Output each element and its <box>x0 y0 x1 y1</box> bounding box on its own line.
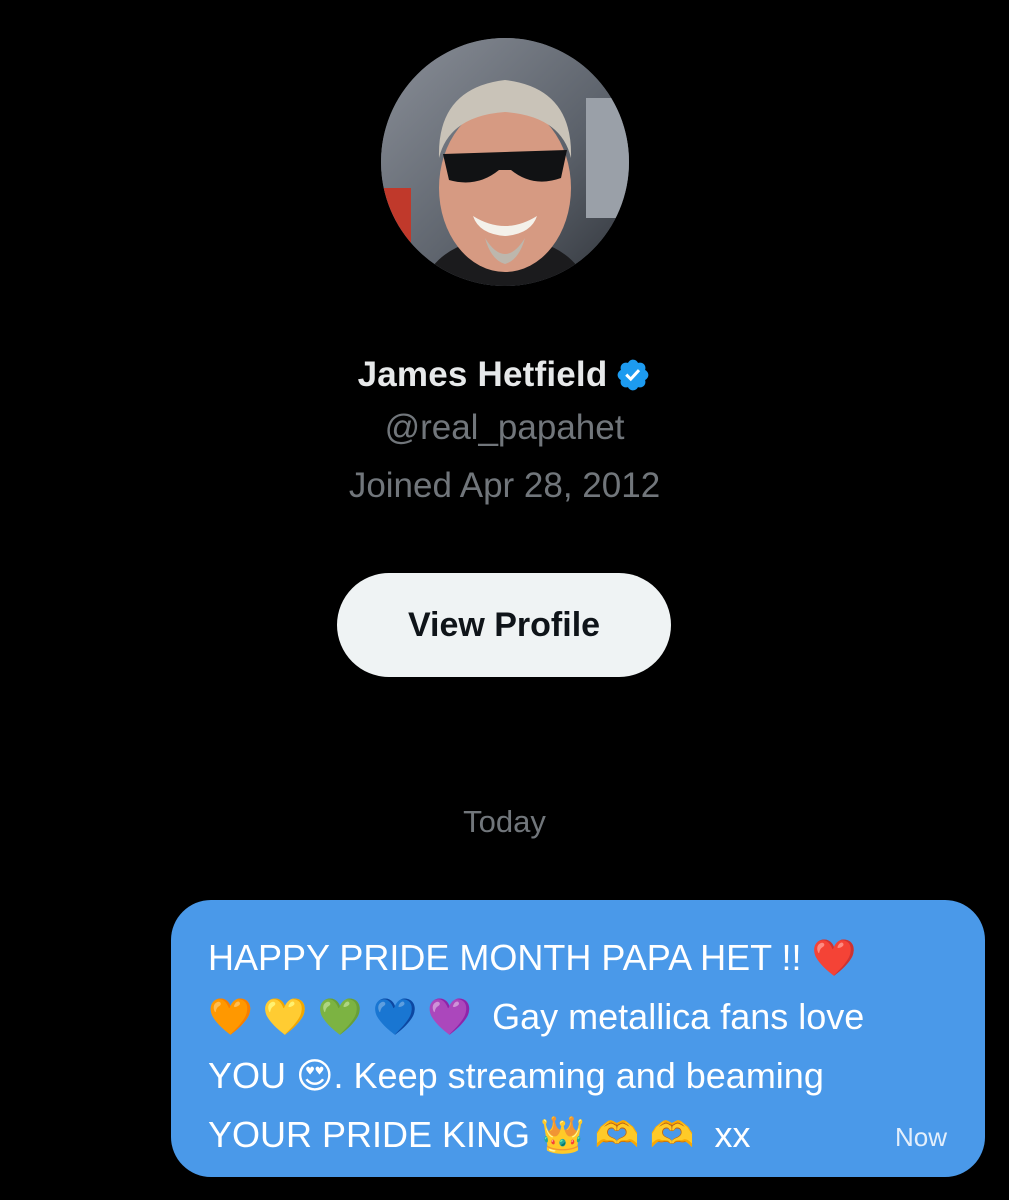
message-timestamp: Now <box>894 1122 947 1152</box>
outgoing-message-bubble[interactable]: HAPPY PRIDE MONTH PAPA HET !! ❤️ 🧡 💛 💚 💙… <box>171 900 985 1177</box>
profile-display-name: James Hetfield <box>357 355 608 394</box>
profile-handle: @real_papahet <box>384 408 625 447</box>
profile-name-row: James Hetfield <box>0 350 1009 400</box>
avatar-photo <box>381 38 629 286</box>
date-separator: Today <box>463 804 546 839</box>
verified-badge-icon <box>618 359 649 391</box>
profile-avatar[interactable] <box>381 38 629 286</box>
message-text: HAPPY PRIDE MONTH PAPA HET !! ❤️ 🧡 💛 💚 💙… <box>208 937 865 1155</box>
view-profile-button[interactable]: View Profile <box>337 573 671 677</box>
profile-joined-date: Joined Apr 28, 2012 <box>348 466 661 505</box>
